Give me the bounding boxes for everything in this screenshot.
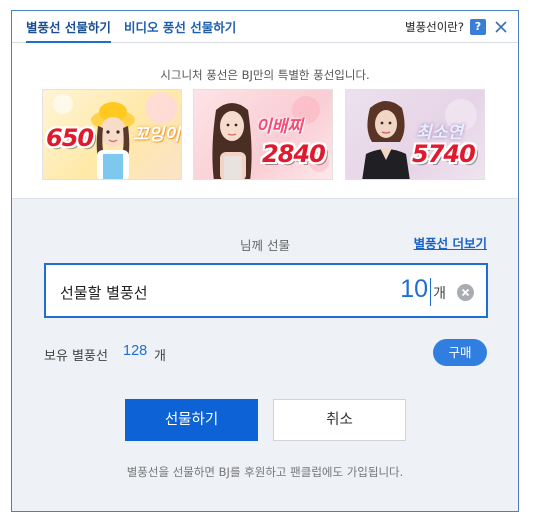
text-caret [430, 278, 431, 306]
signature-amount: 5740 [412, 140, 476, 168]
signature-balloon-card[interactable]: 2840 이배찌 [193, 89, 333, 180]
help-area: 별풍선이란? ? [405, 11, 508, 43]
more-balloons-link[interactable]: 별풍선 더보기 [414, 233, 487, 252]
cancel-button[interactable]: 취소 [273, 399, 406, 441]
gift-amount-input[interactable]: 10 [388, 275, 428, 304]
owned-balloons-count: 128 [123, 343, 148, 359]
gift-footer-note: 별풍선을 선물하면 BJ를 후원하고 팬클럽에도 가입됩니다. [126, 465, 404, 479]
signature-note: 시그니처 풍선은 BJ만의 특별한 풍선입니다. [160, 68, 370, 82]
tab-star-balloon[interactable]: 별풍선 선물하기 [26, 11, 111, 43]
gift-amount-field[interactable]: 선물할 별풍선 10 개 [44, 263, 488, 318]
gift-dialog: 별풍선 선물하기 비디오 풍선 선물하기 별풍선이란? ? 시그니처 풍선은 B… [11, 10, 519, 512]
dialog-header: 별풍선 선물하기 비디오 풍선 선물하기 별풍선이란? ? [12, 11, 518, 43]
owned-balloons-label: 보유 별풍선 [44, 349, 108, 364]
gift-amount-unit: 개 [433, 286, 446, 302]
help-link[interactable]: 별풍선이란? [405, 19, 464, 35]
signature-balloon-card[interactable]: 5740 최소연 [345, 89, 485, 180]
tab-video-balloon[interactable]: 비디오 풍선 선물하기 [124, 11, 236, 43]
send-gift-button[interactable]: 선물하기 [125, 399, 258, 441]
signature-name: 최소연 [416, 123, 463, 143]
gift-amount-label: 선물할 별풍선 [60, 284, 148, 302]
close-icon[interactable] [494, 20, 508, 34]
signature-name: 이배찌 [256, 117, 303, 137]
gift-panel: 님께 선물 별풍선 더보기 선물할 별풍선 10 개 보유 별풍선 128 개 … [12, 198, 518, 511]
signature-amount: 2840 [262, 140, 326, 168]
owned-balloons-unit: 개 [154, 349, 166, 364]
question-icon[interactable]: ? [470, 19, 486, 35]
signature-balloon-card[interactable]: 650 꼬잉이 [42, 89, 182, 180]
clear-icon[interactable] [457, 284, 474, 301]
signature-amount: 650 [46, 124, 94, 152]
buy-button[interactable]: 구매 [433, 339, 487, 366]
signature-name: 꼬잉이 [133, 125, 180, 145]
